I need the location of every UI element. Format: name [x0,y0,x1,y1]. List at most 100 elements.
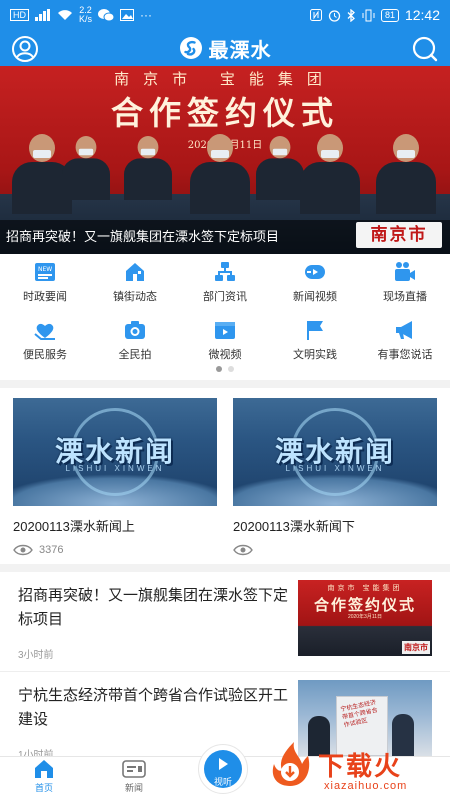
banner-person [190,134,250,214]
app-header: 最溧水 [0,30,450,66]
view-count: 3376 [39,544,64,556]
user-profile-icon[interactable] [10,34,40,64]
page-indicator [0,366,450,372]
wechat-icon [98,9,115,22]
signal-label: HD [10,9,29,21]
grid-label: 便民服务 [23,349,67,361]
video-icon [305,265,325,279]
svg-text:NEW: NEW [38,266,52,273]
grid-label: 文明实践 [293,349,337,361]
grid-item-citizen-photo[interactable]: 全民拍 [90,314,180,364]
search-icon[interactable] [410,34,440,64]
banner-person [376,134,436,214]
live-camera-icon [395,262,415,281]
grid-item-service[interactable]: 便民服务 [0,314,90,364]
news-thumbnail: 南京市 宝能集团 合作签约仪式 2020年3月11日 南京市 [298,580,432,656]
video-thumbnail[interactable]: 溧水新闻 LISHUI XINWEN [13,398,217,506]
tab-news-label: 新闻 [124,783,143,793]
network-speed: 2.2 K/s [79,6,92,24]
home-icon [35,760,53,778]
tab-home[interactable]: 首页 [14,759,74,799]
camera-icon [125,321,145,339]
page-dot-active [216,366,222,372]
tab-news[interactable]: 新闻 [104,759,164,799]
nfc-icon [309,9,322,21]
banner-person [300,134,360,214]
watermark: 下载火 xiazaihuo.com [262,740,450,800]
bluetooth-icon [347,8,355,22]
signal-icon [35,9,50,21]
service-icon [34,323,55,340]
play-icon [219,758,228,770]
clock: 12:42 [404,7,440,23]
video-logo-pinyin: LISHUI XINWEN [285,464,385,473]
tab-video[interactable]: 视听 [198,744,248,794]
flag-icon [307,321,323,340]
video-meta: 3376 [13,543,217,557]
alarm-icon [328,9,341,22]
grid-label: 全民拍 [118,349,152,361]
tab-home-label: 首页 [34,783,53,793]
category-grid: NEW 时政要闻 镇街动态 部门资讯 新闻视频 现场直播 便民服务 全民拍 微视… [0,256,450,378]
grid-label: 有事您说话 [377,349,433,361]
banner-person [124,136,172,200]
section-divider [0,564,450,572]
grid-item-civilization[interactable]: 文明实践 [270,314,360,364]
grid-label: 现场直播 [383,291,427,303]
micro-video-icon [215,322,235,339]
banner-caption: 招商再突破！又一旗舰集团在溧水签下定标项目 [6,229,280,244]
view-count-icon [233,544,253,556]
news-icon: NEW [35,263,55,281]
banner-sign-org: 南京市 宝能集团 [114,70,336,88]
video-thumbnail[interactable]: 溧水新闻 LISHUI XINWEN [233,398,437,506]
grid-item-live[interactable]: 现场直播 [360,256,450,306]
grid-item-micro-video[interactable]: 微视频 [180,314,270,364]
flame-logo-icon [272,742,310,786]
video-meta [233,543,437,557]
megaphone-icon [396,321,412,339]
news-time: 3小时前 [18,650,54,661]
app-title: 最溧水 [208,39,272,62]
featured-banner[interactable]: 南京市 宝能集团 合作签约仪式 2020年3月11日 招商再突破！又一旗舰集团在… [0,66,450,254]
page-dot [228,366,234,372]
status-bar: HD 2.2 K/s ··· 81 12:42 [0,0,450,30]
thumb-sign-main: 合作签约仪式 [313,596,416,614]
grid-label: 部门资讯 [203,291,247,303]
video-title: 20200113溧水新闻下 [233,519,355,534]
section-divider [0,380,450,388]
speed-unit: K/s [79,14,93,24]
banner-person [62,136,110,200]
grid-item-politics[interactable]: NEW 时政要闻 [0,256,90,306]
news-title: 宁杭生态经济带首个跨省合作试验区开工建设 [18,687,289,728]
battery-level: 81 [380,8,399,22]
grid-item-department[interactable]: 部门资讯 [180,256,270,306]
news-title: 招商再突破！又一旗舰集团在溧水签下定标项目 [18,587,289,628]
tab-video-label: 视听 [213,777,232,787]
grid-label: 新闻视频 [293,291,337,303]
grid-item-town[interactable]: 镇街动态 [90,256,180,306]
news-list-item[interactable]: 招商再突破！又一旗舰集团在溧水签下定标项目 3小时前 南京市 宝能集团 合作签约… [0,580,450,672]
grid-label: 镇街动态 [113,291,157,303]
app-title-group: 最溧水 [179,34,272,63]
video-card[interactable]: 溧水新闻 LISHUI XINWEN 20200113溧水新闻上 3376 [13,398,217,557]
watermark-url: xiazaihuo.com [324,780,408,792]
thumb-tv-logo: 南京市 [402,641,430,654]
grid-label: 微视频 [208,349,242,361]
banner-tv-logo: 南京市 [356,222,442,248]
grid-label: 时政要闻 [23,291,67,303]
video-title: 20200113溧水新闻上 [13,519,135,534]
grid-item-speak-up[interactable]: 有事您说话 [360,314,450,364]
thumb-sign-date: 2020年3月11日 [347,614,383,620]
video-card[interactable]: 溧水新闻 LISHUI XINWEN 20200113溧水新闻下 [233,398,437,557]
banner-sign-main: 合作签约仪式 [110,94,339,132]
app-logo-icon [179,37,202,59]
grid-item-news-video[interactable]: 新闻视频 [270,256,360,306]
image-notification-icon [120,9,135,21]
more-notifications-icon: ··· [140,8,153,22]
news-tab-icon [122,760,146,778]
thumb-sign-org: 南京市 宝能集团 [327,585,403,592]
wifi-icon [58,10,72,20]
video-logo-pinyin: LISHUI XINWEN [65,464,165,473]
department-icon [215,262,235,281]
town-icon [126,263,144,281]
